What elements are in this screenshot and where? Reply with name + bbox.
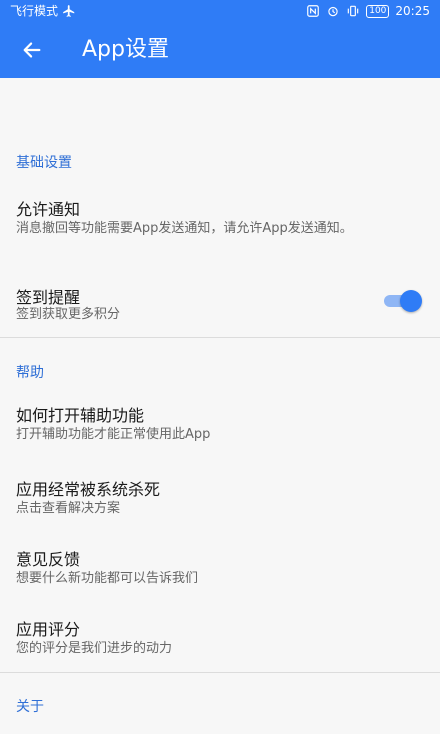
battery-indicator: 100 [366, 5, 390, 18]
divider [0, 672, 440, 673]
airplane-icon [63, 5, 75, 17]
nfc-icon [307, 5, 320, 17]
item-subtitle: 点击查看解决方案 [16, 501, 121, 516]
item-title: 如何打开辅助功能 [16, 406, 145, 425]
status-bar: 飞行模式 100 20:25 [0, 0, 440, 22]
item-title: 允许通知 [16, 200, 81, 219]
list-item-open-accessibility[interactable]: 如何打开辅助功能 打开辅助功能才能正常使用此App [0, 388, 440, 448]
app-bar: App设置 [0, 22, 440, 78]
section-title-about: 关于 [16, 699, 44, 715]
item-subtitle: 打开辅助功能才能正常使用此App [16, 427, 211, 442]
item-subtitle: 消息撤回等功能需要App发送通知，请允许App发送通知。 [16, 221, 353, 236]
airplane-mode-label: 飞行模式 [10, 4, 59, 18]
item-title: 应用评分 [16, 620, 81, 639]
item-title: 应用经常被系统杀死 [16, 480, 161, 499]
back-arrow-icon [23, 42, 41, 58]
section-title-help: 帮助 [16, 365, 44, 381]
item-subtitle: 签到获取更多积分 [16, 307, 121, 322]
sign-reminder-toggle[interactable] [382, 290, 422, 312]
list-item-sign-reminder[interactable]: 签到提醒 签到获取更多积分 [0, 268, 440, 330]
divider [0, 337, 440, 338]
back-button[interactable] [12, 30, 52, 70]
list-item-rate-app[interactable]: 应用评分 您的评分是我们进步的动力 [0, 602, 440, 662]
item-title: 签到提醒 [16, 288, 81, 307]
list-item-feedback[interactable]: 意见反馈 想要什么新功能都可以告诉我们 [0, 532, 440, 592]
alarm-icon [328, 6, 338, 17]
item-subtitle: 想要什么新功能都可以告诉我们 [16, 571, 199, 586]
list-item-killed-by-system[interactable]: 应用经常被系统杀死 点击查看解决方案 [0, 462, 440, 522]
vibrate-icon [347, 5, 359, 17]
status-time: 20:25 [395, 4, 430, 18]
item-title: 意见反馈 [16, 550, 81, 569]
item-subtitle: 您的评分是我们进步的动力 [16, 641, 173, 656]
toggle-thumb [400, 290, 422, 312]
section-title-basic: 基础设置 [16, 155, 72, 171]
list-item-allow-notify[interactable]: 允许通知 消息撤回等功能需要App发送通知，请允许App发送通知。 [0, 182, 440, 258]
page-title: App设置 [82, 37, 169, 62]
